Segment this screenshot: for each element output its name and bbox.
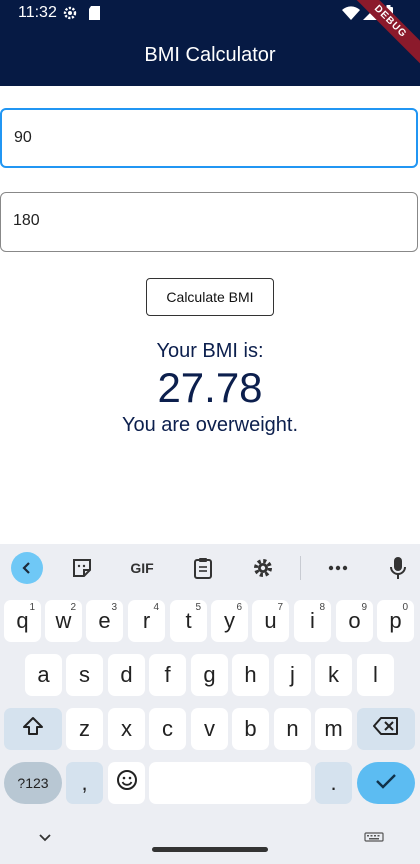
key-g[interactable]: g xyxy=(191,654,228,696)
symbols-key[interactable]: ?123 xyxy=(4,762,62,804)
keyboard-toolbar: GIF xyxy=(0,544,420,592)
status-bar: 11:32 xyxy=(0,0,420,26)
weight-input[interactable] xyxy=(14,129,394,147)
app-bar: BMI Calculator xyxy=(0,26,420,86)
key-o[interactable]: o9 xyxy=(336,600,373,642)
height-field[interactable] xyxy=(0,192,418,252)
key-n[interactable]: n xyxy=(274,708,311,750)
height-input[interactable] xyxy=(13,212,393,230)
bmi-result-label: Your BMI is: xyxy=(156,340,264,362)
keyboard-switch-icon[interactable] xyxy=(364,831,384,849)
key-q[interactable]: q1 xyxy=(4,600,41,642)
key-k[interactable]: k xyxy=(315,654,352,696)
key-v[interactable]: v xyxy=(191,708,228,750)
more-icon[interactable] xyxy=(324,552,352,584)
key-w[interactable]: w2 xyxy=(45,600,82,642)
key-h[interactable]: h xyxy=(232,654,269,696)
space-key[interactable] xyxy=(149,762,311,804)
clipboard-icon[interactable] xyxy=(190,552,216,584)
weight-field[interactable] xyxy=(0,108,418,168)
key-f[interactable]: f xyxy=(149,654,186,696)
back-icon[interactable] xyxy=(11,552,43,584)
period-key[interactable]: . xyxy=(315,762,352,804)
home-gesture-bar[interactable] xyxy=(152,847,268,852)
key-y[interactable]: y6 xyxy=(211,600,248,642)
key-p[interactable]: p0 xyxy=(377,600,414,642)
toolbar-divider xyxy=(300,556,301,580)
emoji-key[interactable] xyxy=(108,762,145,804)
soft-keyboard: GIF q1 w2 e3 r4 t5 y6 u7 i8 o9 p0 a s d … xyxy=(0,544,420,864)
status-time: 11:32 xyxy=(18,4,57,21)
shift-icon xyxy=(22,716,44,742)
key-i[interactable]: i8 xyxy=(294,600,331,642)
chevron-down-icon[interactable] xyxy=(38,830,52,848)
key-u[interactable]: u7 xyxy=(252,600,289,642)
calculate-bmi-button[interactable]: Calculate BMI xyxy=(146,278,274,316)
settings-icon xyxy=(62,5,78,26)
gif-icon[interactable]: GIF xyxy=(124,552,160,584)
key-b[interactable]: b xyxy=(232,708,269,750)
shift-key[interactable] xyxy=(4,708,62,750)
key-t[interactable]: t5 xyxy=(170,600,207,642)
settings-icon[interactable] xyxy=(250,552,276,584)
key-j[interactable]: j xyxy=(274,654,311,696)
key-d[interactable]: d xyxy=(108,654,145,696)
checkmark-icon xyxy=(375,770,397,796)
key-x[interactable]: x xyxy=(108,708,145,750)
bmi-result-message: You are overweight. xyxy=(121,414,299,436)
key-a[interactable]: a xyxy=(25,654,62,696)
key-r[interactable]: r4 xyxy=(128,600,165,642)
key-z[interactable]: z xyxy=(66,708,103,750)
sd-card-icon xyxy=(88,5,101,26)
key-c[interactable]: c xyxy=(149,708,186,750)
enter-key[interactable] xyxy=(357,762,415,804)
system-nav-bar xyxy=(0,820,420,864)
key-e[interactable]: e3 xyxy=(86,600,123,642)
key-l[interactable]: l xyxy=(357,654,394,696)
bmi-result-value: 27.78 xyxy=(157,364,263,411)
key-s[interactable]: s xyxy=(66,654,103,696)
mic-icon[interactable] xyxy=(385,552,411,584)
app-title: BMI Calculator xyxy=(144,44,276,66)
comma-key[interactable]: , xyxy=(66,762,103,804)
sticker-icon[interactable] xyxy=(68,552,96,584)
backspace-key[interactable] xyxy=(357,708,415,750)
key-m[interactable]: m xyxy=(315,708,352,750)
wifi-icon xyxy=(342,5,360,26)
backspace-icon xyxy=(373,716,399,742)
emoji-icon xyxy=(116,769,138,797)
